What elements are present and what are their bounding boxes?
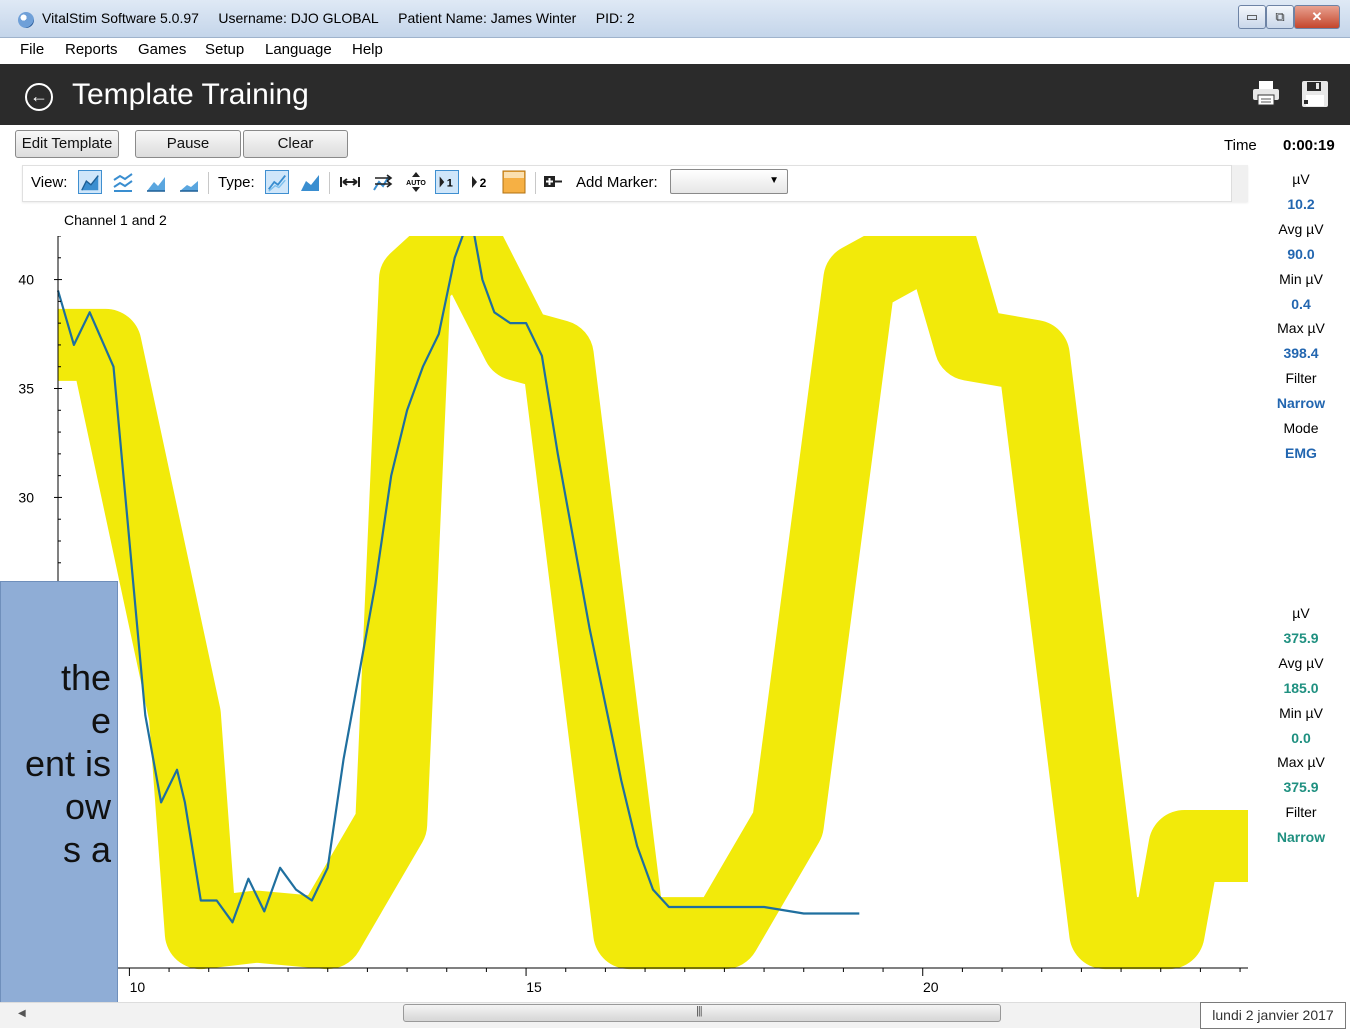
username: Username: DJO GLOBAL (218, 10, 379, 26)
patient-id: PID: 2 (595, 10, 635, 26)
window-title: VitalStim Software 5.0.97 Username: DJO … (42, 10, 635, 26)
ch1-min-label: Min µV (1279, 271, 1323, 287)
scroll-left-arrow-icon[interactable]: ◀ (18, 1008, 26, 1019)
ch2-min-label: Min µV (1279, 705, 1323, 721)
maximize-button[interactable]: ⧉ (1266, 5, 1294, 29)
view-small-icon[interactable] (177, 170, 201, 194)
ch1-filter-value: Narrow (1276, 395, 1326, 411)
auto-scale-icon[interactable]: AUTO (404, 170, 428, 194)
edit-template-button[interactable]: Edit Template (15, 130, 119, 158)
annotation-line: s a (62, 829, 111, 870)
svg-text:2: 2 (480, 176, 487, 190)
annotation-line: ent is (24, 743, 111, 784)
ch1-uv-label: µV (1292, 171, 1310, 187)
ch1-mode-value: EMG (1285, 445, 1317, 461)
x-ticks: 10 15 20 (89, 968, 1241, 995)
y-tick-label: 30 (18, 489, 34, 505)
menu-reports[interactable]: Reports (65, 41, 118, 58)
menu-language[interactable]: Language (265, 41, 332, 58)
back-arrow-icon[interactable]: ← (25, 83, 53, 111)
view-label: View: (31, 174, 68, 191)
ch2-max-label: Max µV (1277, 754, 1325, 770)
chevron-down-icon: ▼ (769, 175, 779, 186)
ch2-uv-label: µV (1292, 605, 1310, 621)
x-tick-label: 20 (923, 979, 939, 995)
svg-text:1: 1 (447, 178, 453, 190)
chart-title: Channel 1 and 2 (64, 212, 167, 228)
ch2-avg-value: 185.0 (1283, 680, 1319, 696)
add-marker-icon[interactable] (541, 170, 565, 194)
time-label: Time (1224, 137, 1257, 154)
view-single-icon[interactable] (144, 170, 168, 194)
close-button[interactable]: ✕ (1294, 5, 1340, 29)
menu-setup[interactable]: Setup (205, 41, 244, 58)
channel-1-icon[interactable]: 1 (435, 170, 459, 194)
view-stacked-icon[interactable] (111, 170, 135, 194)
patient-name: Patient Name: James Winter (398, 10, 577, 26)
time-value: 0:00:19 (1283, 137, 1335, 154)
type-line-icon[interactable] (265, 170, 289, 194)
toolbar-separator (208, 172, 209, 194)
annotation-line: ow (64, 786, 111, 827)
menu-games[interactable]: Games (138, 41, 186, 58)
ch1-uv-value: 10.2 (1287, 196, 1315, 212)
x-tick-label: 10 (130, 979, 146, 995)
x-tick-label: 15 (526, 979, 542, 995)
ch2-min-value: 0.0 (1291, 730, 1311, 746)
minimize-button[interactable]: ▭ (1238, 5, 1266, 29)
scroll-grip-icon: ||| (696, 1005, 703, 1017)
emg-chart: 40353025 101520 (18, 236, 1248, 995)
ch2-filter-label: Filter (1285, 804, 1317, 820)
annotation-line: e (90, 700, 111, 741)
ch1-max-label: Max µV (1277, 320, 1325, 336)
date-display: lundi 2 janvier 2017 (1200, 1002, 1346, 1029)
ch2-filter-value: Narrow (1276, 829, 1326, 845)
app-name: VitalStim Software 5.0.97 (42, 10, 199, 26)
scroll-thumb[interactable] (403, 1004, 1001, 1022)
fit-width-icon[interactable] (338, 170, 362, 194)
type-area-icon[interactable] (298, 170, 322, 194)
toolbar-separator (535, 172, 536, 194)
ch1-avg-label: Avg µV (1278, 221, 1324, 237)
app-icon (18, 12, 34, 28)
ch1-avg-value: 90.0 (1287, 246, 1315, 262)
type-label: Type: (218, 174, 255, 191)
ch1-min-value: 0.4 (1291, 296, 1311, 312)
template-band-icon[interactable] (502, 170, 526, 194)
toolbar-separator (329, 172, 330, 194)
menu-bar: File Reports Games Setup Language Help (0, 38, 1350, 64)
ch2-max-value: 375.9 (1283, 779, 1319, 795)
toolbar-scrollbar[interactable] (1231, 165, 1248, 202)
channel-2-icon[interactable]: 2 (468, 170, 492, 194)
auto-scroll-icon[interactable] (371, 170, 395, 194)
annotation-line: the (60, 657, 111, 698)
clear-button[interactable]: Clear (243, 130, 348, 158)
add-marker-label: Add Marker: (576, 174, 658, 191)
view-area-icon[interactable] (78, 170, 102, 194)
floppy-disk-icon[interactable] (1301, 80, 1329, 108)
page-title: Template Training (72, 78, 309, 111)
y-tick-label: 40 (18, 272, 34, 288)
y-tick-label: 35 (18, 381, 34, 397)
ch1-filter-label: Filter (1285, 370, 1317, 386)
pause-button[interactable]: Pause (135, 130, 241, 158)
ch1-mode-label: Mode (1283, 420, 1319, 436)
ch2-uv-value: 375.9 (1283, 630, 1319, 646)
ch2-avg-label: Avg µV (1278, 655, 1324, 671)
annotation-overlay: the e ent is ow s a (0, 581, 118, 1007)
menu-help[interactable]: Help (352, 41, 383, 58)
menu-file[interactable]: File (20, 41, 44, 58)
ch1-max-value: 398.4 (1283, 345, 1319, 361)
add-marker-select[interactable]: ▼ (670, 169, 788, 194)
svg-text:AUTO: AUTO (406, 180, 426, 187)
printer-icon[interactable] (1252, 80, 1280, 106)
annotation-text: the e ent is ow s a (1, 656, 111, 871)
